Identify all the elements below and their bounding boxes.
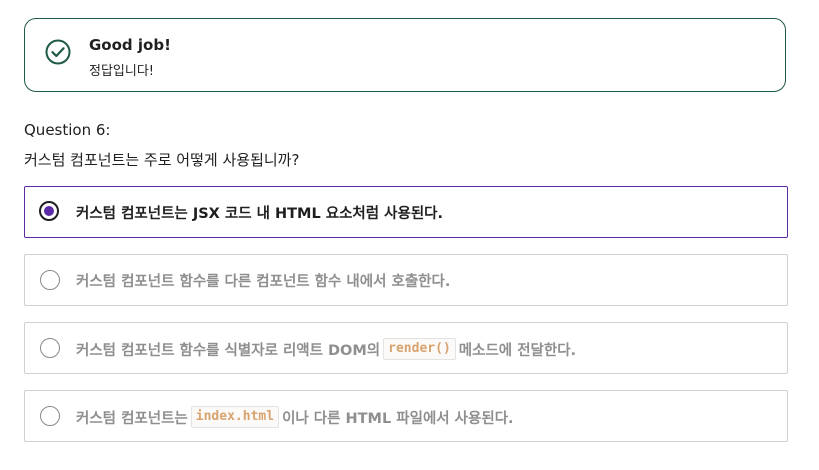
question-number: Question 6: bbox=[24, 121, 111, 139]
answer-text: 커스텀 컴포넌트는 bbox=[76, 410, 188, 427]
answer-option-4[interactable]: 커스텀 컴포넌트는 index.html 이나 다른 HTML 파일에서 사용된… bbox=[24, 390, 788, 442]
check-circle-icon bbox=[45, 39, 71, 65]
answer-text: 메소드에 전달한다. bbox=[458, 342, 577, 359]
answer-text: 커스텀 컴포넌트 함수를 다른 컴포넌트 함수 내에서 호출한다. bbox=[76, 274, 451, 290]
answer-option-label: 커스텀 컴포넌트는 JSX 코드 내 HTML 요소처럼 사용된다. bbox=[76, 202, 443, 223]
answer-option-label: 커스텀 컴포넌트 함수를 식별자로 리액트 DOM의 render() 메소드에… bbox=[76, 338, 576, 360]
answer-option-label: 커스텀 컴포넌트는 index.html 이나 다른 HTML 파일에서 사용된… bbox=[76, 406, 514, 428]
answer-option-2[interactable]: 커스텀 컴포넌트 함수를 다른 컴포넌트 함수 내에서 호출한다. bbox=[24, 254, 788, 306]
radio-button[interactable] bbox=[40, 406, 60, 426]
answer-option-3[interactable]: 커스텀 컴포넌트 함수를 식별자로 리액트 DOM의 render() 메소드에… bbox=[24, 322, 788, 374]
radio-button[interactable] bbox=[40, 270, 60, 290]
question-text: 커스텀 컴포넌트는 주로 어떻게 사용됩니까? bbox=[24, 151, 300, 169]
inline-code: index.html bbox=[190, 406, 280, 428]
feedback-banner: Good job! 정답입니다! bbox=[24, 18, 786, 92]
answer-text: 커스텀 컴포넌트는 JSX 코드 내 HTML 요소처럼 사용된다. bbox=[76, 206, 444, 222]
radio-button[interactable] bbox=[40, 338, 60, 358]
feedback-title: Good job! bbox=[89, 36, 171, 54]
inline-code: render() bbox=[383, 338, 456, 360]
answer-option-label: 커스텀 컴포넌트 함수를 다른 컴포넌트 함수 내에서 호출한다. bbox=[76, 270, 450, 291]
answer-text: 이나 다른 HTML 파일에서 사용된다. bbox=[282, 410, 514, 427]
radio-button-selected[interactable] bbox=[39, 201, 59, 221]
answer-text: 커스텀 컴포넌트 함수를 식별자로 리액트 DOM의 bbox=[76, 342, 381, 359]
answer-option-1[interactable]: 커스텀 컴포넌트는 JSX 코드 내 HTML 요소처럼 사용된다. bbox=[24, 186, 788, 238]
feedback-message: 정답입니다! bbox=[89, 64, 155, 79]
